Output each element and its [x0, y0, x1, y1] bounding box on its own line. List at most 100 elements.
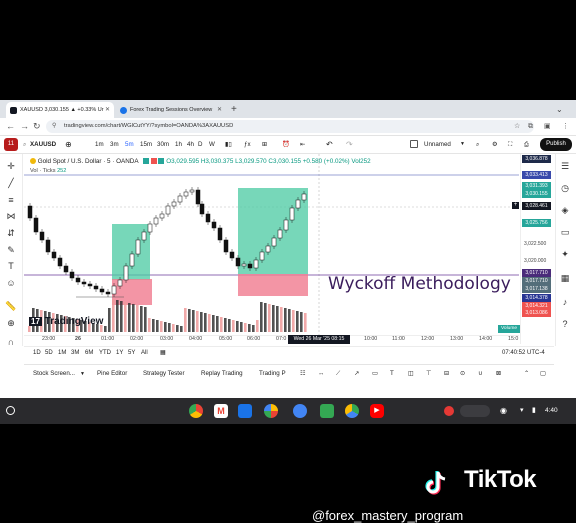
calendar-goto-icon[interactable]: ▦: [160, 346, 166, 360]
tab-replay-trading[interactable]: Replay Trading: [201, 364, 243, 384]
alert-icon[interactable]: ⏰: [282, 136, 290, 153]
chevron-down-icon[interactable]: ▼: [80, 364, 85, 384]
chat-icon[interactable]: ▭: [558, 226, 572, 238]
tab-pine-editor[interactable]: Pine Editor: [97, 364, 127, 384]
calendar-icon[interactable]: ▦: [558, 272, 572, 284]
settings-icon[interactable]: ⚙: [492, 136, 498, 153]
interval-15m[interactable]: 15m: [140, 136, 152, 153]
menu-icon[interactable]: ⋮: [562, 120, 569, 133]
indicators-icon[interactable]: ƒx: [244, 136, 251, 153]
rectangle-tool-icon[interactable]: ▭: [372, 364, 378, 384]
brush-icon[interactable]: ✎: [5, 244, 17, 256]
close-icon[interactable]: ✕: [217, 102, 222, 118]
forecast-icon[interactable]: ⇵: [5, 227, 17, 239]
user-avatar[interactable]: 11: [4, 138, 18, 151]
reload-icon[interactable]: ↻: [33, 119, 41, 134]
url-text[interactable]: tradingview.com/chart/WGlCutYY/?symbol=O…: [64, 120, 233, 133]
fib-icon[interactable]: ≡: [5, 194, 17, 206]
back-icon[interactable]: ←: [6, 119, 15, 134]
candle-type-icon[interactable]: ▮▯: [225, 136, 232, 153]
alerts-clock-icon[interactable]: ◷: [558, 182, 572, 194]
tab-forex-sessions[interactable]: Forex Trading Sessions Overview ✕: [116, 102, 226, 118]
add-alert-icon[interactable]: +: [512, 202, 519, 209]
meet-icon[interactable]: [320, 404, 334, 418]
interval-1h[interactable]: 1h: [175, 136, 182, 153]
search-icon[interactable]: ⌕: [23, 136, 26, 153]
app-icon[interactable]: [293, 404, 307, 418]
publish-button[interactable]: Publish: [540, 138, 572, 151]
help-icon[interactable]: ?: [558, 318, 572, 330]
interval-5m[interactable]: 5m: [125, 136, 134, 153]
undo-icon[interactable]: ↶: [326, 136, 333, 153]
quick-search-icon[interactable]: ⌕: [476, 136, 479, 153]
lock-icon[interactable]: ⊠: [496, 364, 501, 384]
bookmark-star-icon[interactable]: ☆: [514, 120, 520, 133]
gmail-icon[interactable]: M: [214, 404, 228, 418]
interval-4h[interactable]: 4h: [187, 136, 194, 153]
chevron-down-icon[interactable]: ⌄: [556, 102, 563, 118]
arrow-tool-icon[interactable]: ↗: [354, 364, 359, 384]
interval-1m[interactable]: 1m: [95, 136, 104, 153]
tab-xauusd[interactable]: XAUUSD 3,030.155 ▲ +0.33% Ur ✕: [6, 102, 114, 118]
wyckoff-annotation[interactable]: Wyckoff Methodology: [328, 274, 511, 294]
layers-icon[interactable]: ◈: [558, 204, 572, 216]
tab-trading-panel[interactable]: Trading P: [259, 364, 286, 384]
stop-recording-icon[interactable]: ◉: [500, 404, 507, 418]
close-icon[interactable]: ✕: [105, 102, 110, 118]
draw-line-icon[interactable]: ↔: [318, 364, 324, 384]
site-info-icon[interactable]: ⚲: [52, 120, 56, 133]
extensions-icon[interactable]: ⧉: [528, 120, 533, 133]
fullscreen-icon[interactable]: ⛶: [508, 136, 512, 153]
forward-icon[interactable]: →: [20, 119, 29, 134]
range-all[interactable]: All: [141, 346, 148, 360]
range-5d[interactable]: 5D: [45, 346, 53, 360]
note-tool-icon[interactable]: ◫: [408, 364, 414, 384]
range-3m[interactable]: 3M: [71, 346, 79, 360]
chrome-icon[interactable]: [189, 404, 203, 418]
collapse-icon[interactable]: ⌃: [524, 364, 529, 384]
interval-30m[interactable]: 30m: [157, 136, 169, 153]
sidepanel-icon[interactable]: ▣: [544, 120, 551, 133]
layout-icon[interactable]: [410, 140, 418, 148]
icons-tool-icon[interactable]: ☺: [5, 277, 17, 289]
ruler-icon[interactable]: 📏: [5, 300, 17, 312]
range-1y[interactable]: 1Y: [116, 346, 123, 360]
range-1d[interactable]: 1D: [33, 346, 41, 360]
diagonal-line-icon[interactable]: ⟋: [336, 364, 340, 384]
tab-stock-screener[interactable]: Stock Screen...: [33, 364, 75, 384]
crosshair-icon[interactable]: ✛: [5, 160, 17, 172]
system-clock[interactable]: 4:40: [545, 404, 558, 418]
chevron-down-icon[interactable]: ▼: [460, 136, 465, 153]
replay-icon[interactable]: ⇤: [300, 136, 305, 153]
layout-name[interactable]: Unnamed: [424, 136, 451, 153]
docs-icon[interactable]: [238, 404, 252, 418]
target-icon[interactable]: ⊙: [460, 364, 465, 384]
play-store-icon[interactable]: [345, 404, 359, 418]
templates-icon[interactable]: ⊞: [262, 136, 267, 153]
range-6m[interactable]: 6M: [85, 346, 93, 360]
watchlist-icon[interactable]: ☰: [558, 160, 572, 172]
youtube-icon[interactable]: ▶: [370, 404, 384, 418]
redo-icon[interactable]: ↷: [346, 136, 353, 153]
zoom-in-icon[interactable]: ⊕: [5, 317, 17, 329]
range-5y[interactable]: 5Y: [128, 346, 135, 360]
symbol-search[interactable]: XAUUSD: [30, 136, 56, 153]
ideas-icon[interactable]: ✦: [558, 248, 572, 260]
magnet-icon[interactable]: ∪: [478, 364, 483, 384]
new-tab-button[interactable]: +: [231, 102, 237, 118]
filter-icon[interactable]: ☷: [300, 364, 306, 384]
range-ytd[interactable]: YTD: [99, 346, 111, 360]
text-tool-icon[interactable]: T: [390, 364, 394, 384]
interval-D[interactable]: D: [198, 136, 202, 153]
tray-pill[interactable]: [460, 405, 490, 417]
clock-timezone[interactable]: 07:40:52 UTC-4: [502, 346, 545, 360]
launcher-icon[interactable]: [6, 406, 15, 415]
maximize-icon[interactable]: ▢: [540, 364, 546, 384]
interval-3m[interactable]: 3m: [110, 136, 119, 153]
range-1m[interactable]: 1M: [58, 346, 66, 360]
text-tool-icon[interactable]: T: [5, 260, 17, 272]
tab-strategy-tester[interactable]: Strategy Tester: [143, 364, 185, 384]
recording-icon[interactable]: [444, 406, 454, 416]
notifications-icon[interactable]: ♪: [558, 296, 572, 308]
snapshot-icon[interactable]: ⎙: [524, 136, 529, 153]
